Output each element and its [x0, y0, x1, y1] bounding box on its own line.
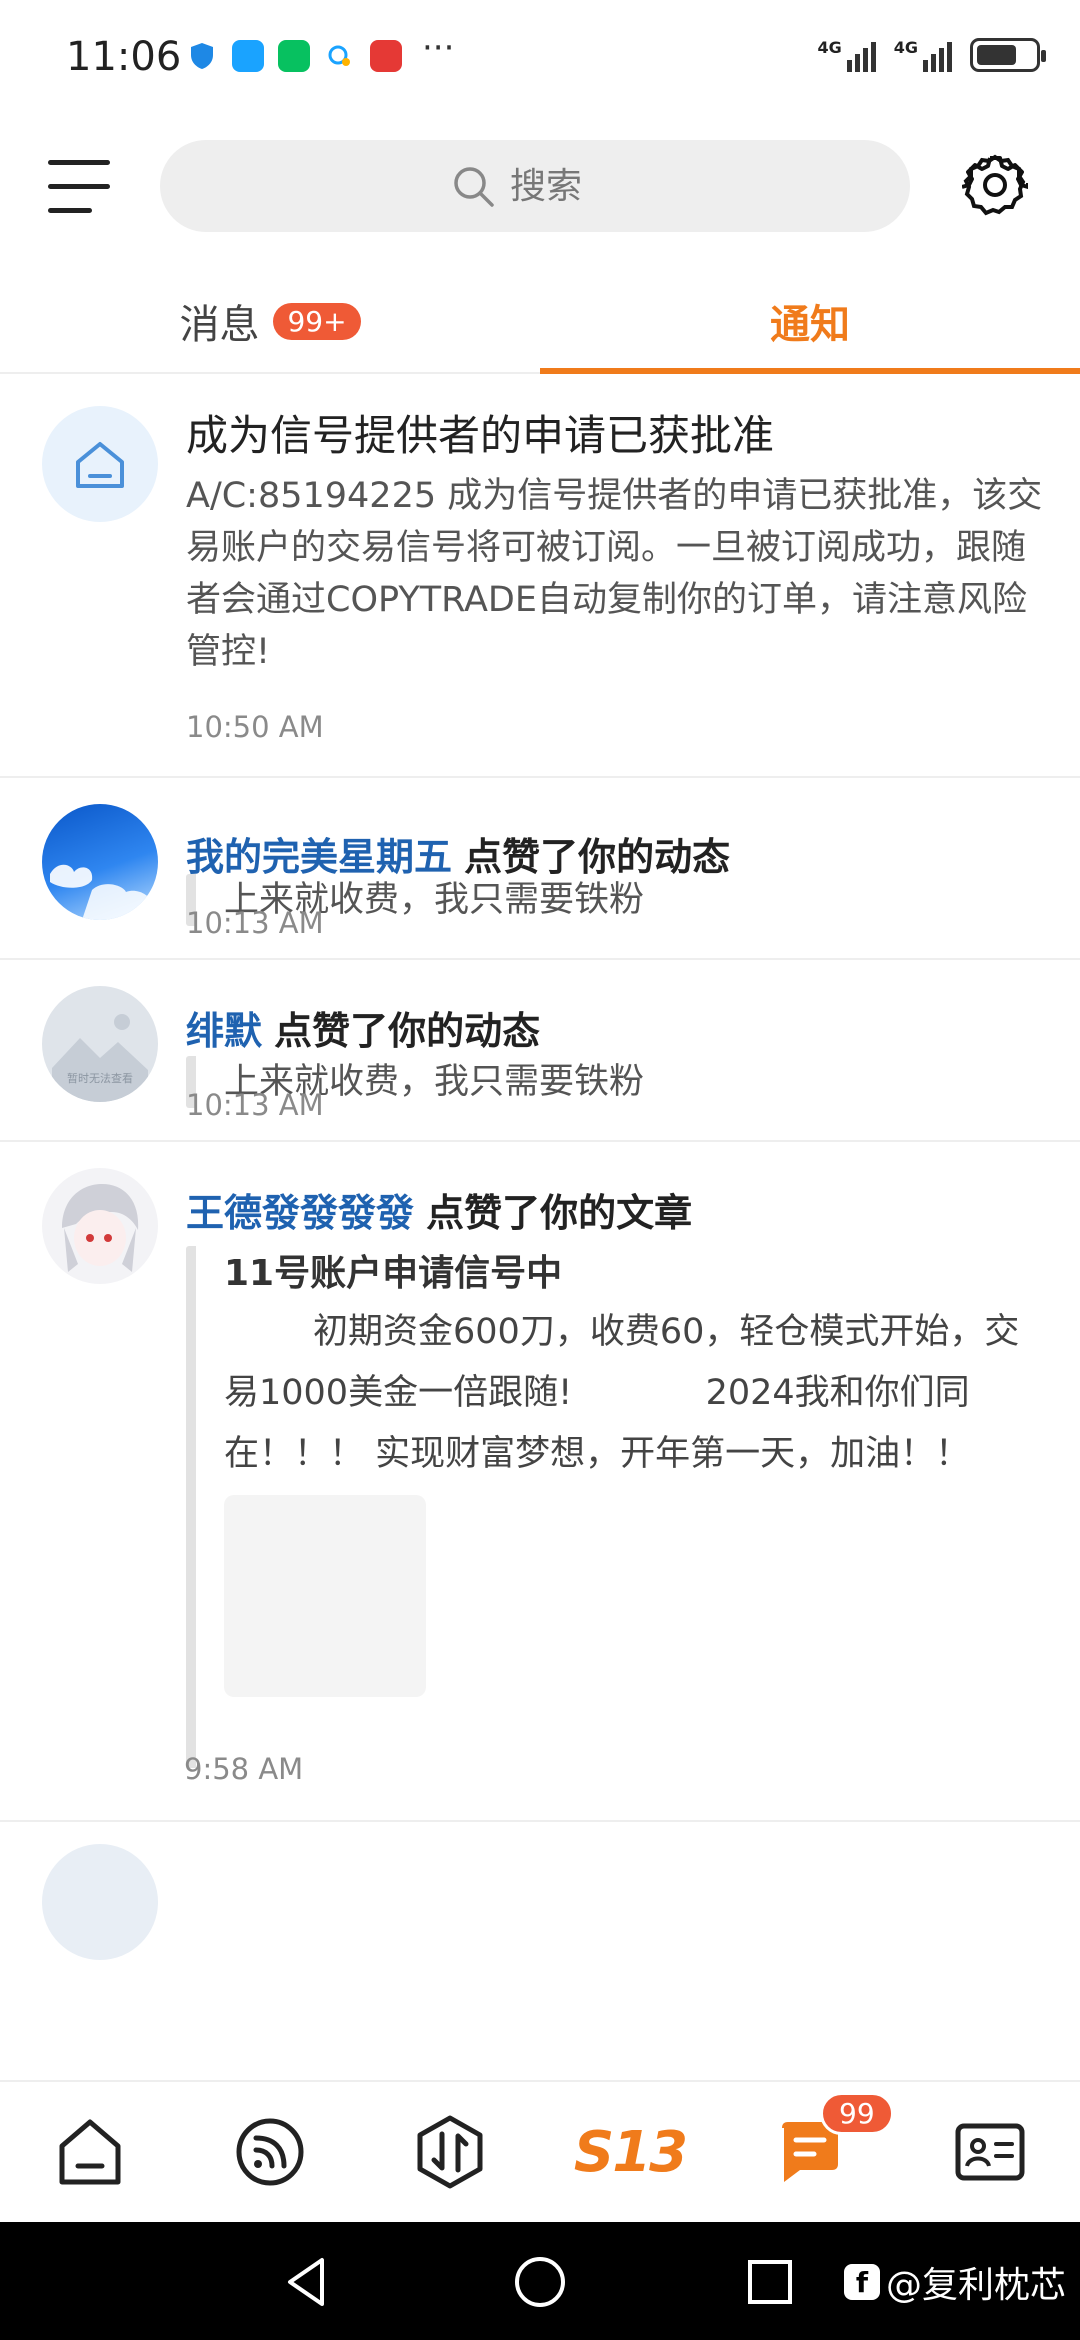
menu-button[interactable] [48, 160, 110, 216]
notification-time: 9:58 AM [184, 1752, 304, 1786]
bottom-nav: S13 99 [0, 2080, 1080, 2222]
messages-badge: 99 [820, 2092, 894, 2135]
quoted-article-title: 11号账户申请信号中 [224, 1253, 563, 1294]
active-tab-indicator [540, 368, 1080, 374]
avatar[interactable] [42, 804, 158, 920]
action-text: 点赞了你的文章 [426, 1191, 693, 1235]
article-thumbnail[interactable] [224, 1495, 426, 1697]
quoted-text: 上来就收费，我只需要铁粉 [224, 1062, 645, 1102]
list-item[interactable] [0, 1822, 1080, 2078]
cloud-app-icon [328, 45, 350, 66]
red-app-icon [370, 40, 402, 72]
search-input[interactable] [510, 165, 620, 207]
status-time: 11:06 [66, 34, 182, 80]
tab-bar: 消息 99+ 通知 [0, 268, 1080, 374]
action-text: 点赞了你的动态 [274, 1009, 541, 1053]
nav-feed[interactable] [180, 2082, 360, 2222]
list-item[interactable]: 成为信号提供者的申请已获批准 A/C:85194225 成为信号提供者的申请已获… [0, 376, 1080, 778]
tab-notifications[interactable]: 通知 [540, 268, 1080, 374]
quoted-article[interactable]: 11号账户申请信号中 初期资金600刀，收费60，轻仓模式开始，交易1000美金… [186, 1246, 1046, 1768]
recents-icon[interactable] [740, 2252, 800, 2312]
tab-messages-label: 消息 [179, 302, 260, 348]
nav-home[interactable] [0, 2082, 180, 2222]
gear-icon[interactable] [962, 152, 1028, 218]
nav-profile[interactable] [900, 2082, 1080, 2222]
trade-icon [417, 2115, 483, 2189]
avatar-caption: 暂时无法查看 [67, 1072, 133, 1085]
watermark-text: @复利枕芯 [885, 2265, 1066, 2306]
avatar[interactable] [42, 1168, 158, 1284]
battery-icon [970, 38, 1046, 72]
system-navigation-bar: f @复利枕芯 [0, 2222, 1080, 2340]
avatar[interactable]: 暂时无法查看 [42, 986, 158, 1102]
status-bar: 11:06 ··· 4G 4G [0, 0, 1080, 120]
wechat-app-icon [278, 40, 310, 72]
home-circle-icon[interactable] [510, 2252, 570, 2312]
more-status-indicator: ··· [422, 28, 455, 68]
facebook-icon: f [843, 2264, 880, 2300]
username-link[interactable]: 我的完美星期五 [186, 835, 452, 879]
search-icon [454, 167, 494, 207]
home-icon [76, 442, 124, 488]
anime-avatar-image [62, 1184, 139, 1272]
home-icon [59, 2119, 121, 2185]
search-bar[interactable] [160, 140, 910, 232]
notification-time: 10:13 AM [186, 1088, 324, 1122]
messages-count-badge: 99+ [273, 302, 361, 340]
brand-logo: S13 [573, 2119, 688, 2185]
nav-brand[interactable]: S13 [540, 2082, 720, 2222]
signal-icon-2: 4G [894, 38, 952, 72]
notification-title: 绯默 点赞了你的动态 [186, 1000, 1040, 1055]
notification-list: 成为信号提供者的申请已获批准 A/C:85194225 成为信号提供者的申请已获… [0, 376, 1080, 2078]
status-right: 4G 4G [817, 38, 1046, 72]
notification-time: 10:50 AM [186, 710, 324, 744]
notification-title: 王德發發發發 点赞了你的文章 [186, 1182, 1040, 1237]
nav-trade[interactable] [360, 2082, 540, 2222]
tab-messages[interactable]: 消息 99+ [0, 268, 540, 374]
notification-icons [186, 40, 402, 72]
action-text: 点赞了你的动态 [464, 835, 731, 879]
username-link[interactable]: 绯默 [186, 1009, 262, 1053]
back-icon[interactable] [278, 2252, 338, 2312]
signal-icon-1: 4G [817, 38, 876, 72]
list-item[interactable]: 暂时无法查看 绯默 点赞了你的动态 上来就收费，我只需要铁粉 10:13 AM [0, 960, 1080, 1142]
notification-title: 成为信号提供者的申请已获批准 [186, 411, 775, 460]
quoted-article-body: 初期资金600刀，收费60，轻仓模式开始，交易1000美金一倍跟随! 2024我… [224, 1312, 1020, 1474]
quoted-text: 上来就收费，我只需要铁粉 [224, 880, 645, 920]
profile-card-icon [955, 2123, 1025, 2181]
tab-notifications-label: 通知 [770, 302, 850, 348]
cloud-avatar-image [50, 864, 152, 920]
username-link[interactable]: 王德發發發發 [186, 1191, 414, 1235]
notification-time: 10:13 AM [186, 906, 324, 940]
shield-app-icon [191, 43, 213, 69]
feed-icon [236, 2118, 304, 2186]
chat-app-icon [232, 40, 264, 72]
notification-title: 我的完美星期五 点赞了你的动态 [186, 826, 1040, 881]
notification-body: A/C:85194225 成为信号提供者的申请已获批准，该交易账户的交易信号将可… [186, 476, 1043, 672]
avatar[interactable] [42, 1844, 158, 1960]
list-item[interactable]: 我的完美星期五 点赞了你的动态 上来就收费，我只需要铁粉 10:13 AM [0, 778, 1080, 960]
watermark: f @复利枕芯 [843, 2256, 1066, 2308]
list-item[interactable]: 王德發發發發 点赞了你的文章 11号账户申请信号中 初期资金600刀，收费60，… [0, 1142, 1080, 1822]
system-avatar [42, 406, 158, 522]
